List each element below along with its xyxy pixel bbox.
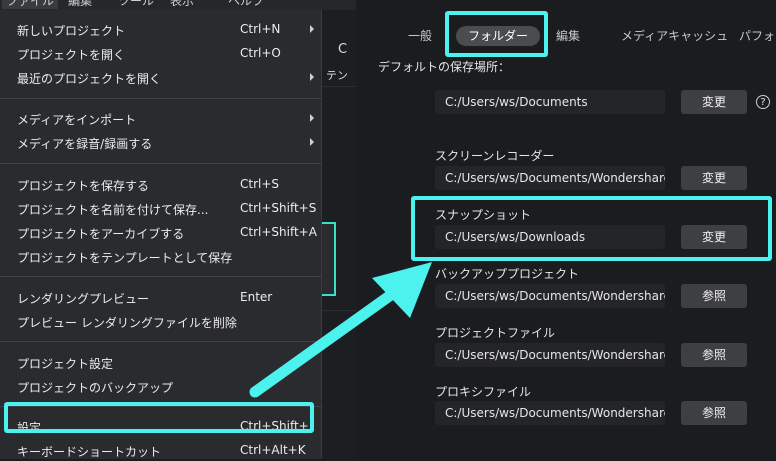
annotation-arrow-icon: [249, 262, 432, 398]
